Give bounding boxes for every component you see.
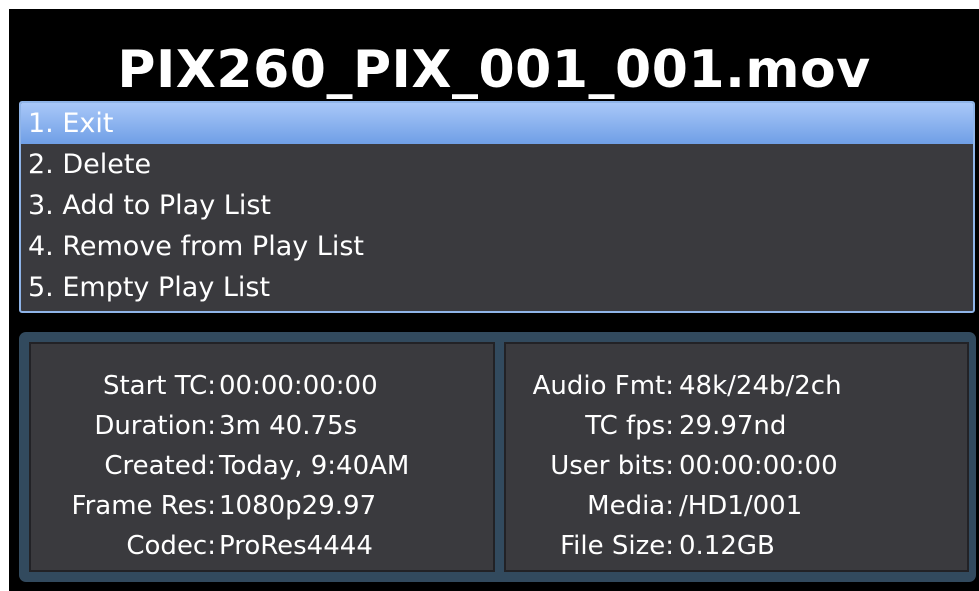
info-label: TC fps: xyxy=(585,411,674,441)
info-duration: Duration: 3m 40.75s xyxy=(31,408,493,444)
menu-item-exit[interactable]: 1. Exit xyxy=(21,103,973,144)
info-value: ProRes4444 xyxy=(219,531,373,561)
info-frame-res: Frame Res: 1080p29.97 xyxy=(31,488,493,524)
info-label: Start TC: xyxy=(102,371,216,401)
info-label: User bits: xyxy=(550,451,674,481)
file-info-panel: Start TC: 00:00:00:00 Duration: 3m 40.75… xyxy=(19,332,976,582)
device-screen: PIX260_PIX_001_001.mov 1. Exit 2. Delete… xyxy=(9,9,979,591)
info-tc-fps: TC fps: 29.97nd xyxy=(506,408,967,444)
info-value: 00:00:00:00 xyxy=(219,371,378,401)
info-label: Duration: xyxy=(94,411,216,441)
file-menu: 1. Exit 2. Delete 3. Add to Play List 4.… xyxy=(19,101,975,313)
file-info-right: Audio Fmt: 48k/24b/2ch TC fps: 29.97nd U… xyxy=(504,342,969,572)
info-created: Created: Today, 9:40AM xyxy=(31,448,493,484)
menu-item-add-to-play-list[interactable]: 3. Add to Play List xyxy=(21,185,973,226)
info-label: File Size: xyxy=(560,531,674,561)
info-value: 48k/24b/2ch xyxy=(679,371,842,401)
file-info-left: Start TC: 00:00:00:00 Duration: 3m 40.75… xyxy=(29,342,495,572)
info-label: Created: xyxy=(104,451,216,481)
info-value: Today, 9:40AM xyxy=(219,451,410,481)
info-value: 3m 40.75s xyxy=(219,411,358,441)
info-start-tc: Start TC: 00:00:00:00 xyxy=(31,368,493,404)
menu-item-delete[interactable]: 2. Delete xyxy=(21,144,973,185)
info-value: 0.12GB xyxy=(679,531,775,561)
menu-item-remove-from-play-list[interactable]: 4. Remove from Play List xyxy=(21,226,973,267)
info-value: /HD1/001 xyxy=(679,491,803,521)
menu-item-empty-play-list[interactable]: 5. Empty Play List xyxy=(21,267,973,308)
info-audio-fmt: Audio Fmt: 48k/24b/2ch xyxy=(506,368,967,404)
info-label: Codec: xyxy=(126,531,216,561)
info-user-bits: User bits: 00:00:00:00 xyxy=(506,448,967,484)
info-label: Frame Res: xyxy=(71,491,216,521)
info-label: Audio Fmt: xyxy=(532,371,674,401)
info-label: Media: xyxy=(587,491,674,521)
info-codec: Codec: ProRes4444 xyxy=(31,528,493,564)
info-file-size: File Size: 0.12GB xyxy=(506,528,967,564)
file-title: PIX260_PIX_001_001.mov xyxy=(117,40,871,100)
info-value: 29.97nd xyxy=(679,411,787,441)
info-media: Media: /HD1/001 xyxy=(506,488,967,524)
info-value: 00:00:00:00 xyxy=(679,451,838,481)
info-value: 1080p29.97 xyxy=(219,491,377,521)
